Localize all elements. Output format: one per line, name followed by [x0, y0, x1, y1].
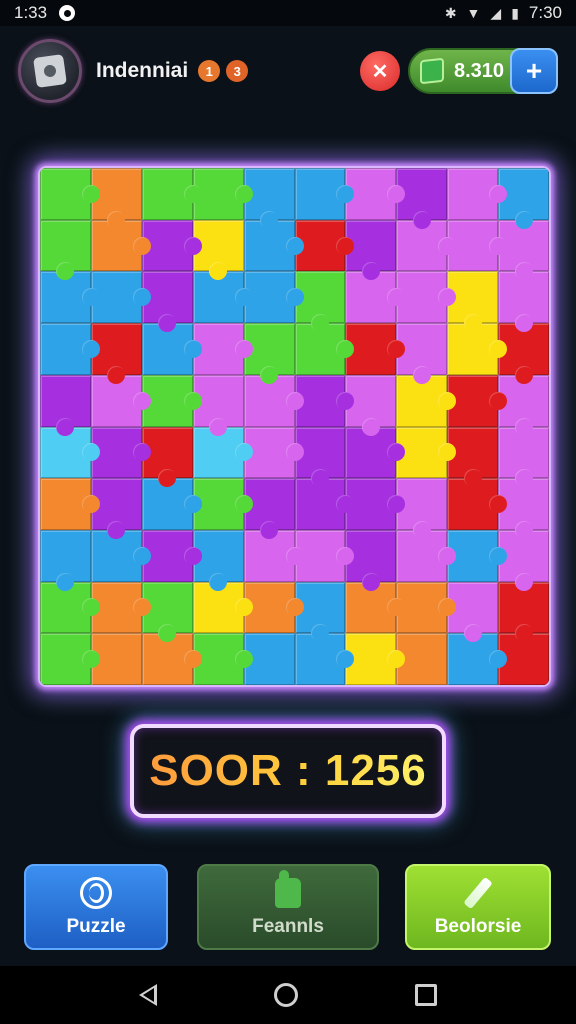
puzzle-piece[interactable]: [40, 374, 91, 436]
puzzle-button[interactable]: Puzzle: [24, 864, 168, 950]
avatar[interactable]: [18, 39, 82, 103]
rank-badge: 3: [226, 60, 249, 82]
status-bar: 1:33 ✱ ▼ ◢ ▮ 7:30: [0, 0, 576, 26]
puzzle-piece[interactable]: [447, 168, 507, 220]
score-label: SOOR : 1256: [149, 746, 427, 795]
game-header: Indenniai 1 3 ✕ 8.310 +: [0, 30, 576, 112]
x-icon: ✕: [371, 60, 389, 83]
puzzle-board[interactable]: [38, 166, 551, 687]
feannls-button[interactable]: Feannls: [197, 864, 379, 950]
add-coins-button[interactable]: +: [510, 48, 558, 94]
status-time: 1:33: [14, 3, 48, 22]
puzzle-piece[interactable]: [40, 168, 100, 220]
puzzle-piece[interactable]: [40, 633, 100, 685]
score-panel: SOOR : 1256: [130, 724, 446, 818]
profile-box-icon: [33, 54, 67, 88]
puzzle-piece[interactable]: [40, 529, 91, 591]
battery-icon: ▮: [511, 4, 519, 21]
plus-icon: +: [525, 55, 543, 86]
notification-dot-icon: [59, 5, 76, 21]
puzzle-button-label: Puzzle: [66, 916, 126, 937]
system-nav-bar: [0, 966, 576, 1024]
hand-icon: [275, 870, 301, 908]
puzzle-piece[interactable]: [40, 323, 100, 375]
beolorsie-button-label: Beolorsie: [434, 916, 522, 937]
level-badge: 1: [198, 60, 221, 82]
feannls-button-label: Feannls: [252, 916, 324, 937]
gem-icon: [420, 57, 444, 85]
bluetooth-icon: ✱: [444, 4, 457, 21]
home-icon[interactable]: [273, 983, 298, 1007]
puzzle-piece[interactable]: [40, 219, 91, 281]
puzzle-piece[interactable]: [141, 168, 202, 220]
puzzle-ring-icon: [80, 877, 112, 909]
status-clock: 7:30: [528, 3, 562, 22]
back-icon[interactable]: [138, 984, 157, 1006]
coin-balance[interactable]: 8.310 +: [408, 48, 558, 94]
bottom-action-bar: Puzzle Feannls Beolorsie: [0, 864, 576, 954]
player-name: Indenniai: [96, 59, 189, 82]
puzzle-piece[interactable]: [294, 168, 355, 220]
beolorsie-button[interactable]: Beolorsie: [405, 864, 551, 950]
signal-icon: ◢: [490, 4, 502, 21]
wifi-icon: ▼: [466, 5, 481, 21]
pen-icon: [463, 876, 493, 910]
recents-icon[interactable]: [415, 984, 438, 1006]
puzzle-piece[interactable]: [40, 478, 100, 530]
alert-button[interactable]: ✕: [360, 51, 400, 91]
coin-value: 8.310: [454, 59, 505, 82]
